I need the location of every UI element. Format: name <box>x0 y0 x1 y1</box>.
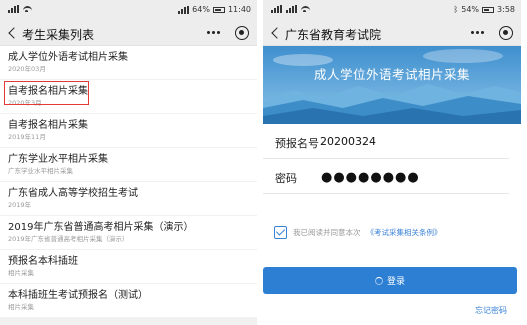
highlight-box <box>4 81 89 105</box>
target-icon[interactable] <box>235 26 249 40</box>
list-item[interactable]: 广东学业水平相片采集 广东学业水平相片采集 <box>0 148 257 181</box>
signal-icon <box>271 5 282 13</box>
agreement-link[interactable]: 《考试采集相关条例》 <box>367 227 442 238</box>
list-item-subtitle: 2020年03月 <box>8 65 46 73</box>
banner-landscape <box>263 46 521 124</box>
more-icon[interactable] <box>207 31 221 35</box>
wifi-icon <box>301 5 310 13</box>
list-item[interactable]: 广东省成人高等学校招生考试 2019年 <box>0 182 257 215</box>
status-bar: 64% 11:40 <box>0 0 257 20</box>
list-item-title: 预报名本科插班 <box>8 256 78 267</box>
clock: 11:40 <box>227 5 251 14</box>
battery-icon <box>212 6 225 13</box>
agree-text: 我已阅读并同意本次 <box>293 228 361 237</box>
list-item-title: 成人学位外语考试相片采集 <box>8 52 128 63</box>
banner-title: 成人学位外语考试相片采集 <box>313 67 470 82</box>
number-input[interactable]: 20200324 <box>320 135 376 148</box>
number-row: 预报名号 20200324 <box>263 124 509 159</box>
nav-bar: 考生采集列表 <box>0 20 257 46</box>
signal-icon <box>8 5 19 13</box>
list-item[interactable]: 成人学位外语考试相片采集 2020年03月 <box>0 46 257 79</box>
battery-icon <box>482 6 495 13</box>
password-input[interactable]: ●●●●●●●● <box>321 170 420 185</box>
number-label: 预报名号 <box>275 137 319 150</box>
list-item-subtitle: 2019年11月 <box>8 133 46 141</box>
back-arrow-icon[interactable] <box>269 26 283 40</box>
back-arrow-icon[interactable] <box>6 26 20 40</box>
left-phone-screen: 64% 11:40 考生采集列表 成人学位外语考试相片采集 2020年03月 自… <box>0 0 257 325</box>
list-item-subtitle: 相片采集 <box>8 303 34 311</box>
wifi-icon <box>23 5 32 13</box>
list-item[interactable]: 预报名本科插班 相片采集 <box>0 250 257 283</box>
password-row: 密码 ●●●●●●●● <box>263 159 509 194</box>
agree-checkbox[interactable] <box>274 226 287 239</box>
list-item-title: 自考报名相片采集 <box>8 120 88 131</box>
agreement: 我已阅读并同意本次 《考试采集相关条例》 <box>274 226 442 239</box>
page-title: 广东省教育考试院 <box>285 28 382 42</box>
status-bar: ᛒ 54% 3:58 <box>263 0 521 20</box>
forgot-password-link[interactable]: 忘记密码 <box>475 305 507 316</box>
target-icon[interactable] <box>499 26 513 40</box>
battery-percent: 54% <box>461 5 480 14</box>
banner: 成人学位外语考试相片采集 <box>263 46 521 124</box>
page-title: 考生采集列表 <box>22 28 95 42</box>
signal-icon <box>178 5 190 14</box>
list-item-title: 广东省成人高等学校招生考试 <box>8 188 138 199</box>
list-item-subtitle: 广东学业水平相片采集 <box>8 167 73 175</box>
login-label: 登录 <box>386 277 405 287</box>
battery-percent: 64% <box>192 5 210 14</box>
list-item-subtitle: 2019年广东省普通高考相片采集（演示） <box>8 235 129 243</box>
clock: 3:58 <box>497 5 515 14</box>
list-item[interactable]: 本科插班生考试预报名（测试） 相片采集 <box>0 284 257 317</box>
list-item[interactable]: 2019年广东省普通高考相片采集（演示） 2019年广东省普通高考相片采集（演示… <box>0 216 257 249</box>
login-button[interactable]: 登录 <box>263 267 517 294</box>
right-phone-screen: ᛒ 54% 3:58 广东省教育考试院 成人学位外语考试相片采集 预报名号 20… <box>263 0 521 325</box>
list-item-subtitle: 相片采集 <box>8 269 34 277</box>
list-item-title: 本科插班生考试预报名（测试） <box>8 290 148 301</box>
bluetooth-icon: ᛒ <box>453 5 459 14</box>
spinner-icon <box>374 276 383 285</box>
signal-icon <box>286 5 297 13</box>
list-item-title: 2019年广东省普通高考相片采集（演示） <box>8 222 194 233</box>
list-item[interactable]: 自考报名相片采集 2019年11月 <box>0 114 257 147</box>
more-icon[interactable] <box>471 31 485 35</box>
list-item-subtitle: 2019年 <box>8 201 32 209</box>
nav-bar: 广东省教育考试院 <box>263 20 521 46</box>
password-label: 密码 <box>275 172 297 185</box>
list-item-title: 广东学业水平相片采集 <box>8 154 108 165</box>
